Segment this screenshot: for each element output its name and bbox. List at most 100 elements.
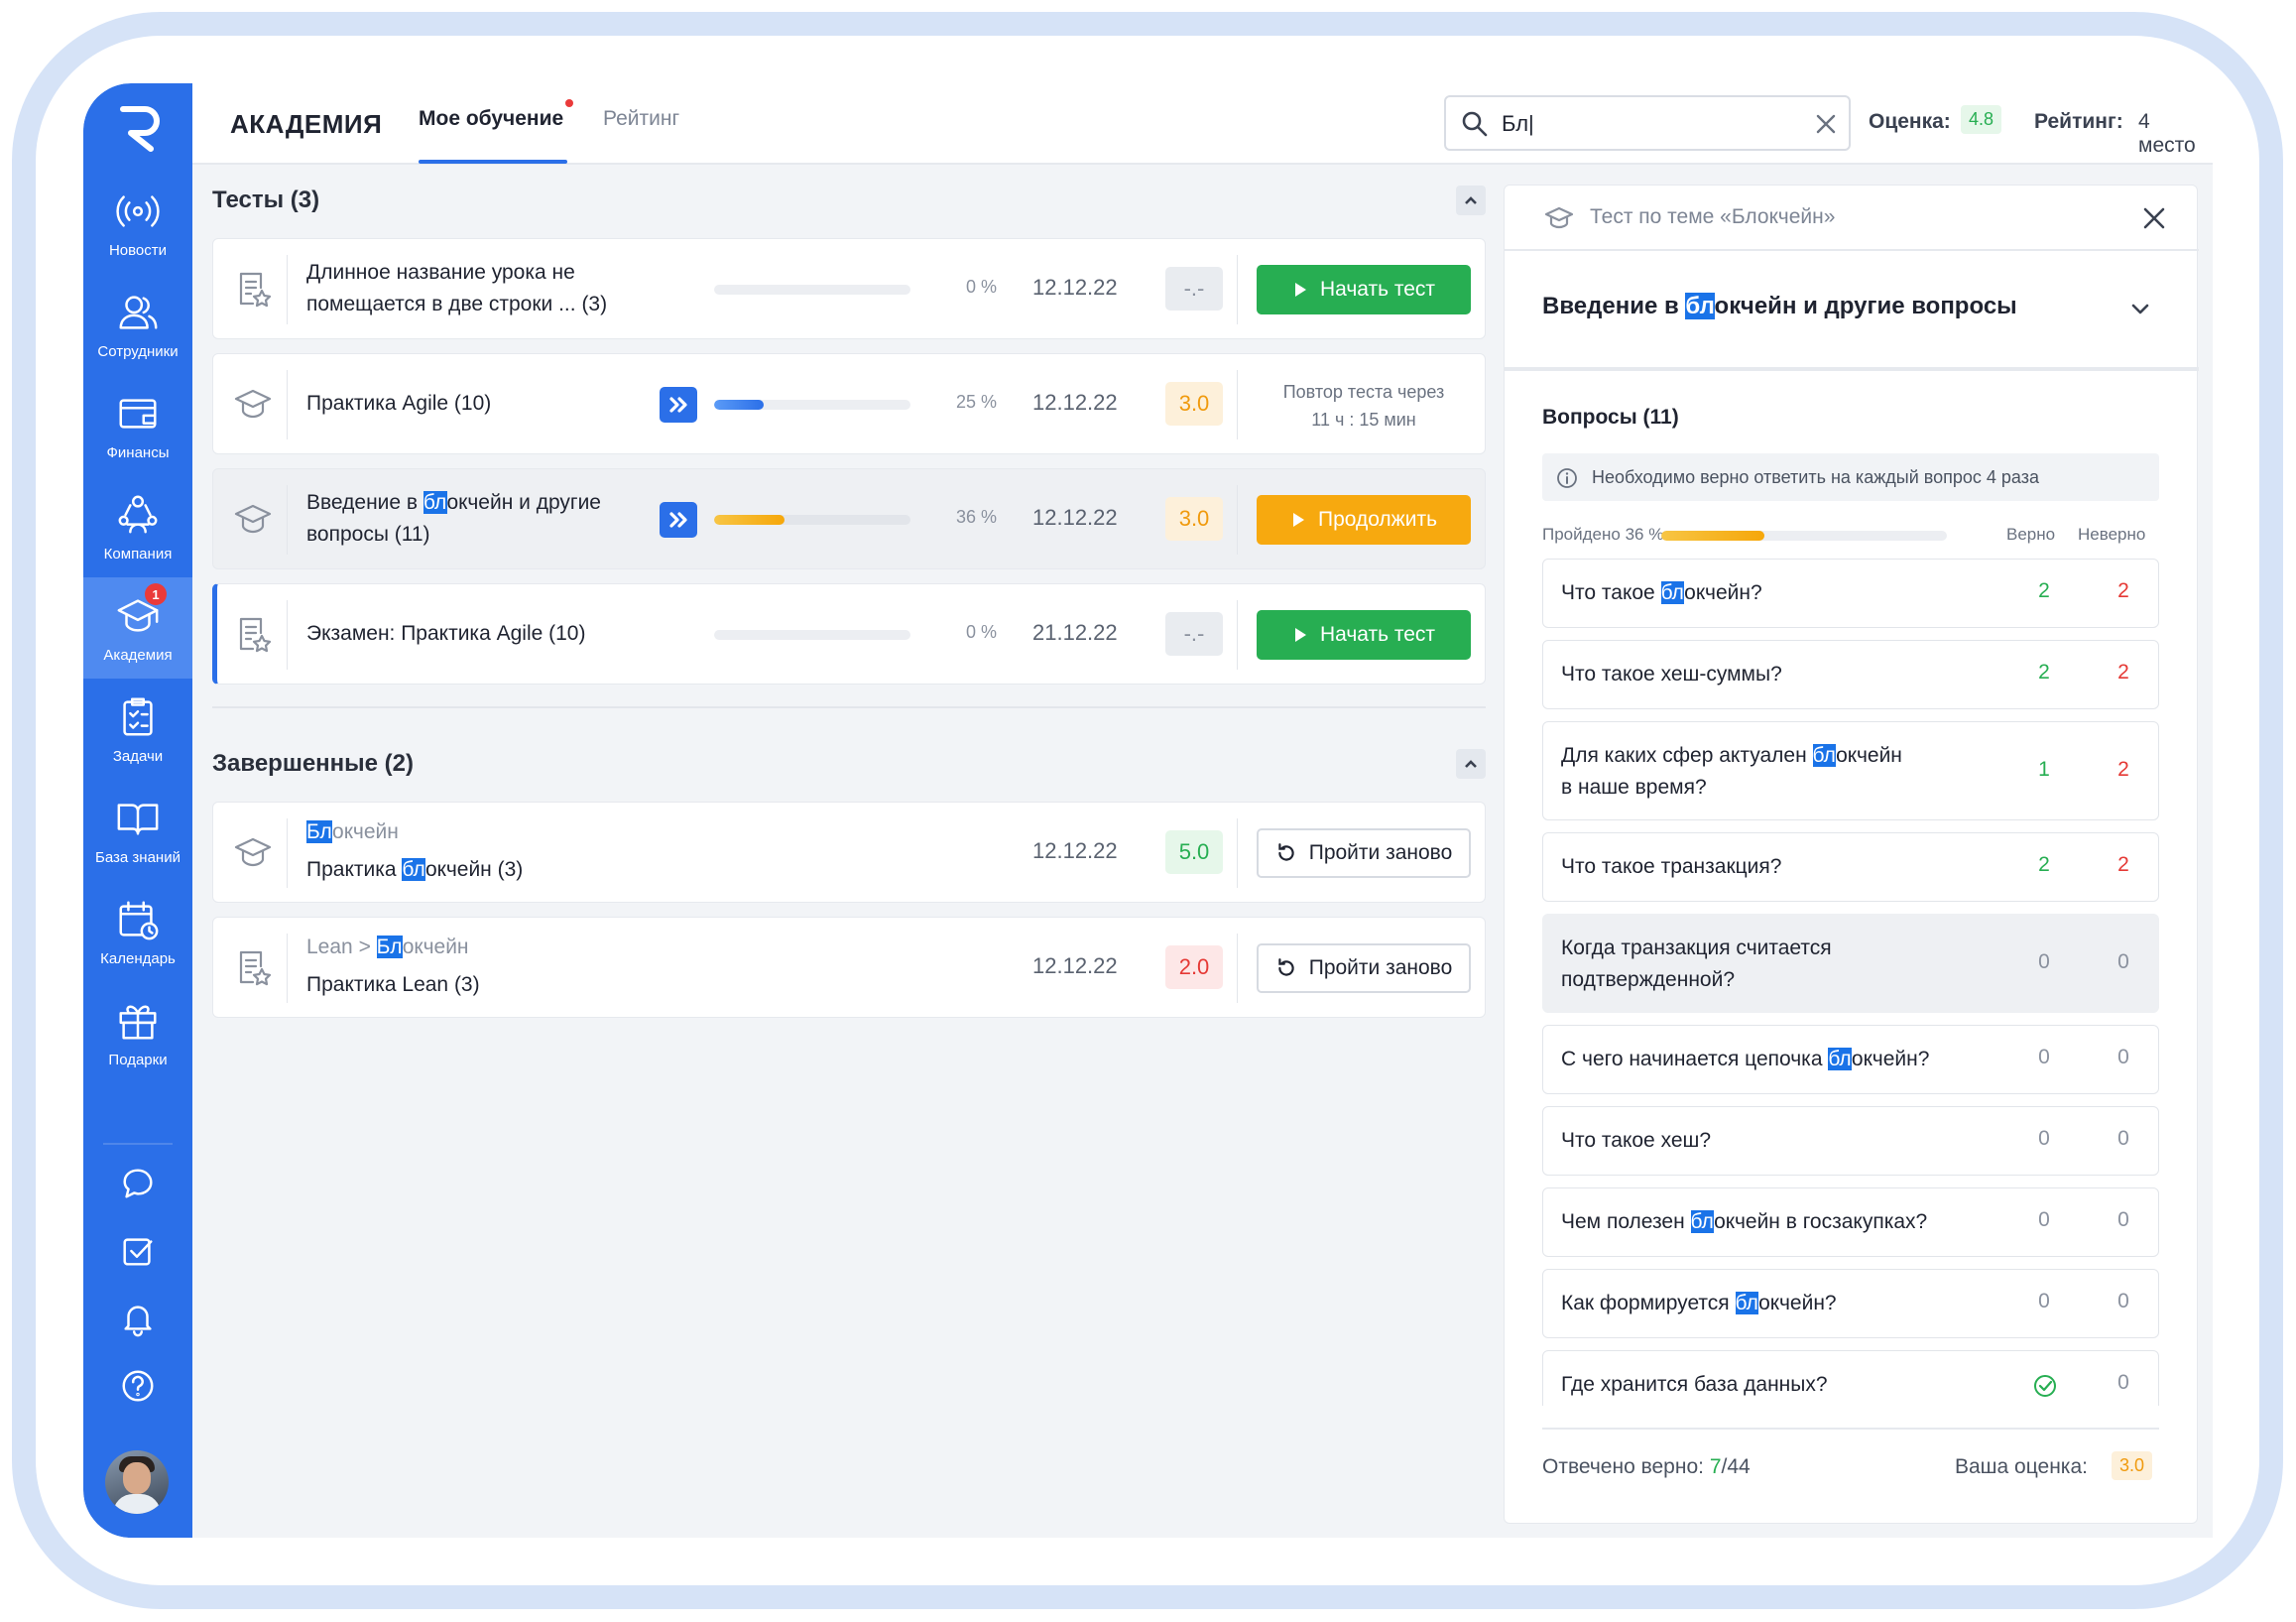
sidebar-item-label: Подарки [108,1051,168,1068]
question-row[interactable]: Что такое блокчейн? 2 2 [1542,559,2159,628]
fast-forward-button[interactable] [660,387,697,423]
tab-rating[interactable]: Рейтинг [603,107,679,131]
bell-icon[interactable] [119,1300,157,1337]
wrong-count: 2 [2117,661,2129,684]
test-doc-icon [233,614,273,654]
question-row[interactable]: Когда транзакция считается подтвержденной… [1542,914,2159,1013]
correct-count: 0 [2038,1127,2050,1150]
sidebar-item-label: Академия [103,646,173,664]
start-test-button[interactable]: Начать тест [1257,265,1471,314]
question-row[interactable]: Где хранится база данных? 0 [1542,1350,2159,1406]
correct-count: 0 [2038,950,2050,973]
fast-forward-icon [669,512,687,528]
sidebar-item-label: База знаний [95,848,181,866]
question-row[interactable]: Чем полезен блокчейн в госзакупках? 0 0 [1542,1187,2159,1257]
test-date: 21.12.22 [1032,620,1118,645]
start-test-button[interactable]: Начать тест [1257,610,1471,660]
book-icon [117,803,159,835]
rating-label: Рейтинг: [2034,110,2123,133]
sidebar-item-news[interactable]: Новости [83,173,192,274]
page-title: АКАДЕМИЯ [230,109,383,139]
test-row[interactable]: Введение в блокчейн и другие вопросы (11)… [212,468,1486,569]
wrong-count: 2 [2117,853,2129,876]
wrong-count: 0 [2117,1046,2129,1068]
test-grade: 3.0 [1165,382,1223,426]
tests-collapse-button[interactable] [1456,186,1486,215]
search-input[interactable] [1502,107,1799,141]
question-row[interactable]: Для каких сфер актуален блокчейн в наше в… [1542,721,2159,820]
sidebar-item-company[interactable]: Компания [83,476,192,577]
correct-count: 0 [2038,1208,2050,1231]
wrong-count: 0 [2117,1290,2129,1312]
retake-button[interactable]: Пройти заново [1257,828,1471,878]
test-row[interactable]: Практика Agile (10) 25 % 12.12.22 3.0 По… [212,353,1486,454]
question-row[interactable]: Что такое хеш? 0 0 [1542,1106,2159,1176]
chat-icon[interactable] [119,1165,157,1202]
test-title: Практика Agile (10) [306,392,492,415]
chevron-up-icon [1465,760,1477,768]
test-grade: -.- [1165,612,1223,656]
graduation-cap-icon [233,499,273,539]
sidebar-item-knowledge-base[interactable]: База знаний [83,780,192,881]
clear-search-icon[interactable] [1813,111,1839,137]
section-divider [212,706,1486,708]
tab-notification-dot [565,99,573,107]
completed-row[interactable]: Lean > Блокчейн Практика Lean (3) 12.12.… [212,917,1486,1018]
sidebar-item-academy[interactable]: 1 Академия [83,577,192,679]
sidebar-item-calendar[interactable]: Календарь [83,881,192,982]
avatar[interactable] [105,1450,169,1514]
test-row[interactable]: Длинное название урока не помещается в дв… [212,238,1486,339]
sidebar-nav: Новости Сотрудники Финансы Компания 1 Ак… [83,173,192,1083]
check-circle-icon [2034,1375,2056,1397]
correct-count: 0 [2038,1290,2050,1312]
graduation-cap-icon [233,384,273,424]
question-row[interactable]: Что такое хеш-суммы? 2 2 [1542,640,2159,709]
test-title: Практика Lean (3) [306,973,480,996]
your-grade-label: Ваша оценка: [1955,1455,2088,1478]
test-row[interactable]: Экзамен: Практика Agile (10) 0 % 21.12.2… [212,583,1486,685]
panel-title: Тест по теме «Блокчейн» [1590,205,1836,228]
sidebar-item-finance[interactable]: Финансы [83,375,192,476]
calendar-icon [119,901,159,939]
wallet-icon [119,398,157,429]
sidebar-item-gifts[interactable]: Подарки [83,982,192,1083]
refresh-icon [1278,958,1294,976]
chevron-down-icon[interactable] [2127,297,2153,322]
test-percent: 25 % [955,392,997,412]
test-progress-bar [714,285,910,295]
checkbox-icon[interactable] [119,1232,157,1270]
continue-button[interactable]: Продолжить [1257,495,1471,545]
question-row[interactable]: Как формируется блокчейн? 0 0 [1542,1269,2159,1338]
passed-progress-bar [1661,531,1947,541]
test-date: 12.12.22 [1032,390,1118,415]
sidebar-item-tasks[interactable]: Задачи [83,679,192,780]
correct-count: 2 [2038,661,2050,684]
test-date: 12.12.22 [1032,838,1118,863]
info-note: Необходимо верно ответить на каждый вопр… [1542,453,2159,501]
sidebar-item-employees[interactable]: Сотрудники [83,274,192,375]
info-icon [1557,468,1577,488]
correct-count: 2 [2038,579,2050,602]
test-date: 12.12.22 [1032,953,1118,978]
completed-row[interactable]: Блокчейн Практика блокчейн (3) 12.12.22 … [212,802,1486,903]
graduation-cap-icon [1544,203,1574,233]
wrong-count: 0 [2117,1371,2129,1394]
panel-divider [1505,367,2199,371]
panel-footer-divider [1542,1428,2159,1430]
tab-underline [419,160,567,164]
test-progress-bar [714,630,910,640]
close-icon[interactable] [2139,203,2169,233]
test-doc-icon [233,947,273,987]
help-icon[interactable] [119,1367,157,1405]
column-wrong: Неверно [2078,525,2146,544]
sidebar-item-label: Календарь [100,949,176,967]
retake-button[interactable]: Пройти заново [1257,943,1471,993]
column-correct: Верно [2006,525,2056,544]
test-grade: 2.0 [1165,945,1223,989]
completed-collapse-button[interactable] [1456,749,1486,779]
question-row[interactable]: Что такое транзакция? 2 2 [1542,832,2159,902]
retry-timer: Повтор теста через 11 ч : 15 мин [1282,382,1445,430]
fast-forward-button[interactable] [660,502,697,538]
question-row[interactable]: С чего начинается цепочка блокчейн? 0 0 [1542,1025,2159,1094]
tab-my-learning[interactable]: Мое обучение [419,107,563,131]
